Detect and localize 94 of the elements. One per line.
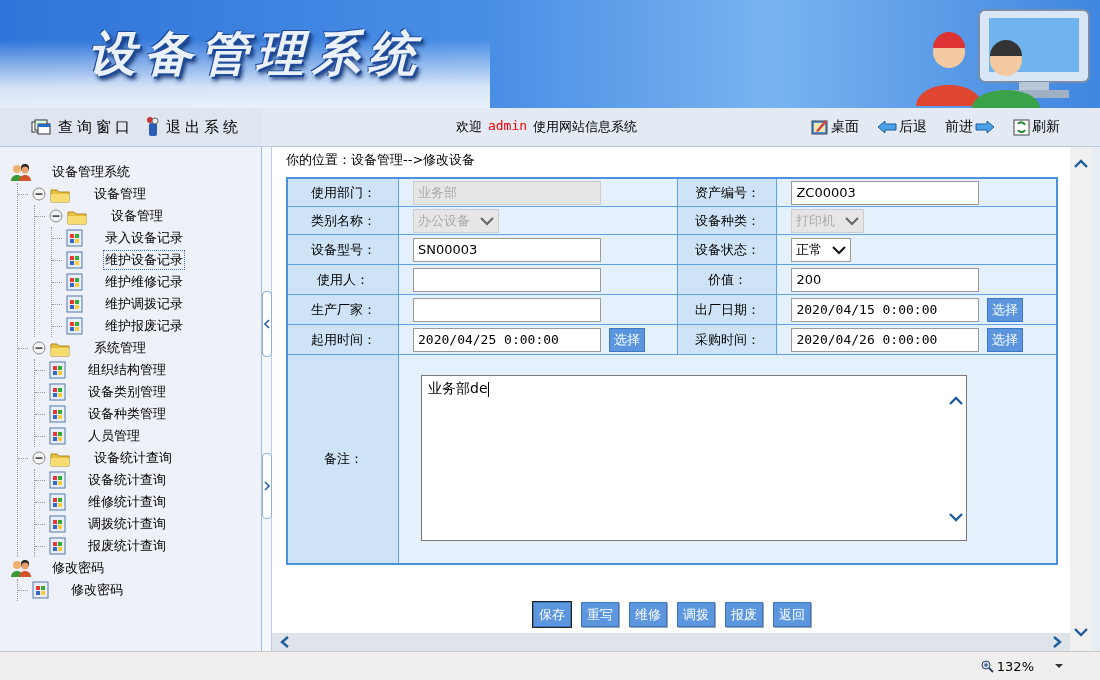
chevron-left-icon[interactable]: [264, 319, 270, 329]
chevron-down-icon: [845, 215, 860, 226]
input-field[interactable]: SN00003: [413, 237, 601, 262]
tree-item[interactable]: 人员管理: [86, 426, 142, 446]
left-arrow-icon: [877, 119, 897, 135]
people-icon: [10, 163, 32, 181]
tree-item[interactable]: 维护报废记录: [103, 316, 185, 336]
page-icon: [49, 471, 66, 489]
field-label: 出厂日期：: [677, 294, 777, 325]
page-icon: [66, 317, 83, 335]
tree-item[interactable]: 报废统计查询: [86, 536, 168, 556]
input-field[interactable]: ZC00003: [791, 180, 980, 205]
breadcrumb: 你的位置：设备管理-->修改设备: [286, 151, 477, 169]
collapse-icon[interactable]: [32, 451, 46, 465]
date-field[interactable]: 2020/04/25 0:00:00: [413, 327, 601, 352]
chevron-down-icon: [949, 512, 963, 522]
right-arrow-icon: [975, 119, 995, 135]
tree-item[interactable]: 设备统计查询: [86, 470, 168, 490]
tree-item[interactable]: 维护调拨记录: [103, 294, 185, 314]
chevron-up-icon: [949, 396, 963, 406]
page-icon: [49, 405, 66, 423]
input-field[interactable]: [413, 267, 601, 292]
chevron-up-icon[interactable]: [1074, 159, 1088, 169]
chevron-right-icon[interactable]: [264, 481, 270, 491]
nav-link[interactable]: 刷新: [1013, 118, 1060, 136]
field-label: 使用部门：: [287, 178, 399, 207]
toolbar-link[interactable]: 查询窗口: [30, 117, 134, 137]
chevron-left-icon[interactable]: [280, 636, 290, 648]
field-label: 设备型号：: [287, 234, 399, 265]
chevron-right-icon[interactable]: [1052, 636, 1062, 648]
page-icon: [49, 383, 66, 401]
app-title: 设备管理系统: [88, 24, 424, 83]
pencil-icon: [811, 118, 829, 136]
date-field[interactable]: 2020/04/26 0:00:00: [791, 327, 980, 352]
page-icon: [66, 295, 83, 313]
tree-item[interactable]: 设备种类管理: [86, 404, 168, 424]
field-label: 资产编号：: [677, 178, 777, 207]
page-icon: [49, 427, 66, 445]
field-label: 生产厂家：: [287, 294, 399, 325]
tree-item[interactable]: 录入设备记录: [103, 228, 185, 248]
username: admin: [487, 118, 528, 135]
field-label: 使用人：: [287, 264, 399, 295]
page-icon: [49, 493, 66, 511]
person-icon: [144, 116, 160, 138]
tree-item[interactable]: 组织结构管理: [86, 360, 168, 380]
page-icon: [32, 581, 49, 599]
page-icon: [49, 361, 66, 379]
collapse-icon[interactable]: [32, 341, 46, 355]
welcome-text: 欢迎: [455, 118, 482, 136]
field-label: 备注：: [287, 354, 399, 564]
tree-item[interactable]: 设备类别管理: [86, 382, 168, 402]
tree-item[interactable]: 设备管理系统: [50, 162, 132, 182]
field-label: 起用时间：: [287, 324, 399, 355]
caret-icon: [1054, 663, 1064, 669]
collapse-icon[interactable]: [32, 187, 46, 201]
chevron-down-icon: [832, 244, 847, 255]
input-field[interactable]: 200: [791, 267, 980, 292]
date-field[interactable]: 2020/04/15 0:00:00: [791, 297, 980, 322]
field-label: 采购时间：: [677, 324, 777, 355]
tree-item[interactable]: 设备统计查询: [92, 448, 174, 468]
nav-link[interactable]: 前进: [945, 118, 995, 136]
windows-icon: [30, 118, 52, 136]
welcome-text: 使用网站信息系统: [533, 118, 638, 136]
notes-field[interactable]: 业务部de: [421, 375, 967, 541]
dropdown[interactable]: 正常: [791, 237, 852, 262]
tree-item[interactable]: 维护设备记录: [103, 250, 185, 270]
refresh-icon: [1013, 118, 1030, 136]
people-icon: [10, 559, 32, 577]
nav-link[interactable]: 后退: [877, 118, 927, 136]
field-label: 类别名称：: [287, 206, 399, 235]
page-icon: [49, 537, 66, 555]
tree-item[interactable]: 维修统计查询: [86, 492, 168, 512]
tree-item[interactable]: 调拨统计查询: [86, 514, 168, 534]
tree-item[interactable]: 修改密码: [50, 558, 106, 578]
tree-item[interactable]: 维护维修记录: [103, 272, 185, 292]
page-icon: [66, 251, 83, 269]
field-label: 设备种类：: [677, 206, 777, 235]
field-label: 设备状态：: [677, 234, 777, 265]
chevron-down-icon[interactable]: [1074, 627, 1088, 637]
page-icon: [49, 515, 66, 533]
tree-item[interactable]: 设备管理: [109, 206, 165, 226]
tree-item[interactable]: 系统管理: [92, 338, 148, 358]
tree-item[interactable]: 修改密码: [69, 580, 125, 600]
field-label: 价值：: [677, 264, 777, 295]
tree-item[interactable]: 设备管理: [92, 184, 148, 204]
page-icon: [66, 273, 83, 291]
input-field[interactable]: [413, 297, 601, 322]
zoom-level[interactable]: 132%: [980, 658, 1034, 674]
toolbar-link[interactable]: 退出系统: [144, 116, 242, 138]
collapse-icon[interactable]: [49, 209, 63, 223]
page-icon: [66, 229, 83, 247]
magnifier-icon: [980, 659, 994, 673]
chevron-down-icon: [480, 215, 494, 226]
nav-link[interactable]: 桌面: [811, 118, 859, 136]
